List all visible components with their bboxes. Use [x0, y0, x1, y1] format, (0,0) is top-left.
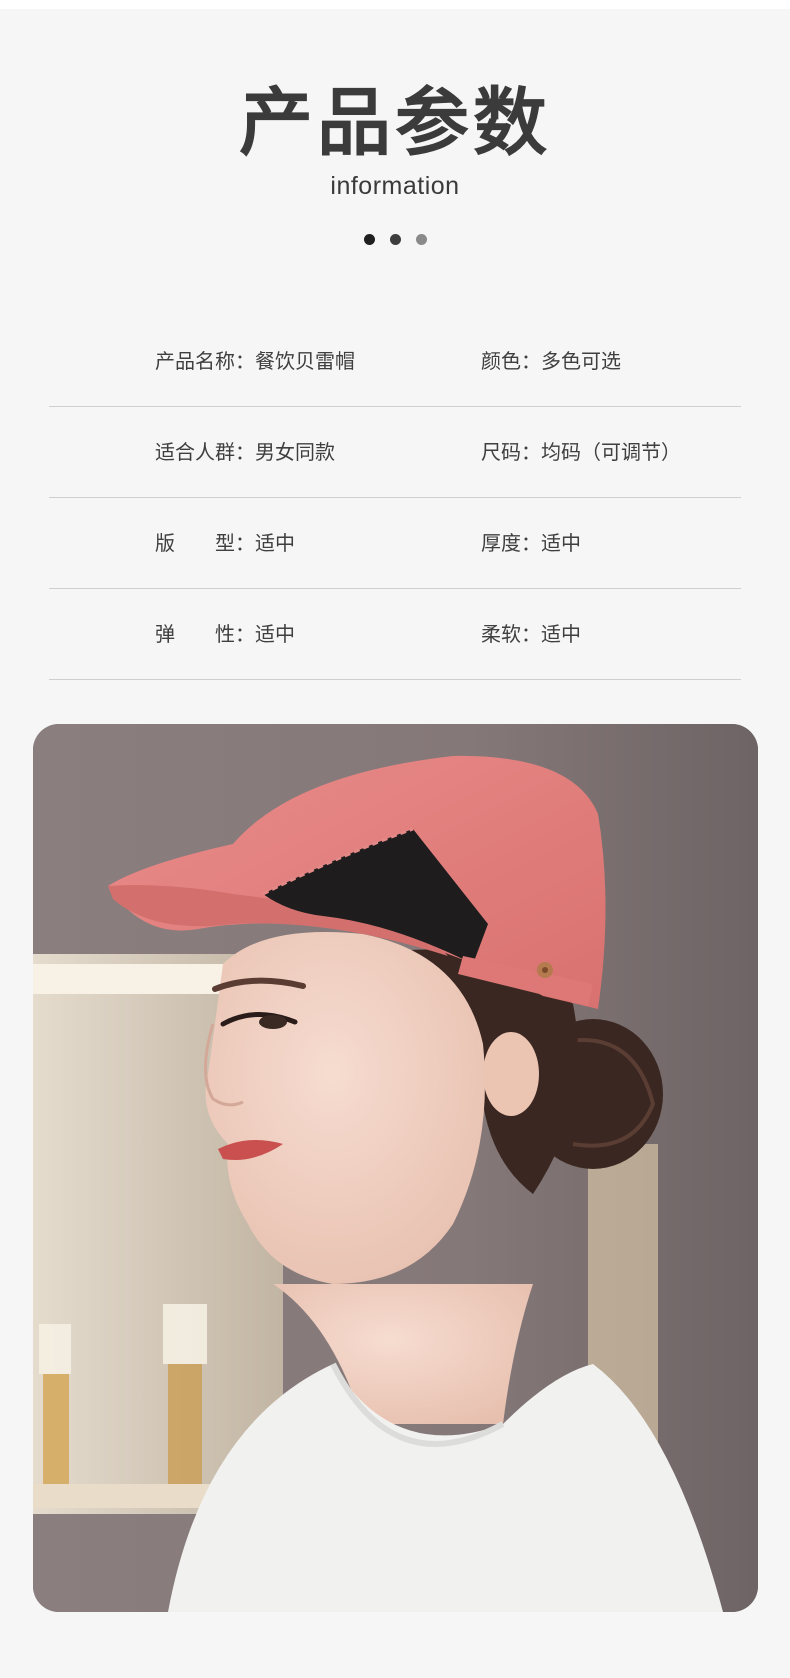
- spec-value: 均码（可调节）: [541, 440, 681, 464]
- spec-cell: 厚度：适中: [481, 527, 581, 556]
- spec-value: 适中: [541, 622, 581, 646]
- page-subtitle: information: [330, 172, 460, 200]
- spec-table: 产品名称：餐饮贝雷帽 颜色：多色可选 适合人群：男女同款 尺码：均码（可调节） …: [49, 317, 741, 681]
- dot-3: [415, 234, 427, 245]
- spec-cell: 适合人群：男女同款: [155, 436, 335, 465]
- spec-label: 产品名称：: [155, 349, 255, 373]
- spec-label: 颜色：: [481, 349, 541, 373]
- page-title: 产品参数: [239, 80, 551, 166]
- spec-value: 适中: [541, 531, 581, 555]
- spec-cell: 尺码：均码（可调节）: [481, 436, 681, 465]
- spec-value: 男女同款: [255, 440, 335, 464]
- spec-row: 版 型：适中 厚度：适中: [49, 499, 741, 589]
- spec-value: 餐饮贝雷帽: [255, 349, 355, 373]
- spec-cell: 版 型：适中: [155, 527, 295, 556]
- spec-label: 弹 性：: [155, 622, 255, 646]
- pagination-dots: [0, 234, 790, 245]
- spec-row: 产品名称：餐饮贝雷帽 颜色：多色可选: [49, 317, 741, 407]
- spec-cell: 产品名称：餐饮贝雷帽: [155, 345, 355, 374]
- spec-cell: 颜色：多色可选: [481, 345, 621, 374]
- spec-label: 尺码：: [481, 440, 541, 464]
- dot-1: [363, 234, 375, 245]
- spec-label: 厚度：: [481, 531, 541, 555]
- model-wearing-beret-illustration: [33, 724, 758, 1612]
- spec-cell: 柔软：适中: [481, 618, 581, 647]
- spec-value: 适中: [255, 622, 295, 646]
- spec-value: 多色可选: [541, 349, 621, 373]
- product-photo: [33, 724, 758, 1612]
- top-band: [0, 0, 790, 9]
- spec-label: 版 型：: [155, 531, 255, 555]
- spec-row: 弹 性：适中 柔软：适中: [49, 590, 741, 680]
- spec-cell: 弹 性：适中: [155, 618, 295, 647]
- spec-label: 适合人群：: [155, 440, 255, 464]
- spec-row: 适合人群：男女同款 尺码：均码（可调节）: [49, 408, 741, 498]
- spec-label: 柔软：: [481, 622, 541, 646]
- spec-value: 适中: [255, 531, 295, 555]
- dot-2: [389, 234, 401, 245]
